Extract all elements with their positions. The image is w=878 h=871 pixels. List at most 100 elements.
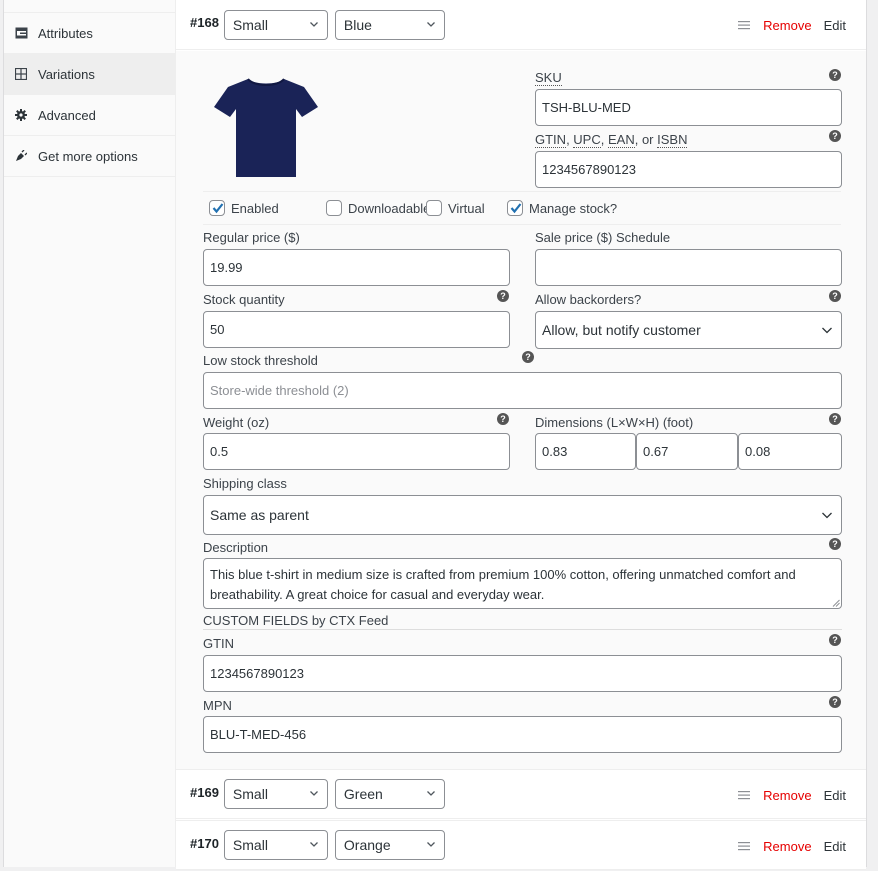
variation-header[interactable]: #168 Small Blue Remove Edit [176, 0, 866, 50]
low-stock-threshold-input[interactable]: Store-wide threshold (2) [203, 372, 842, 409]
chevron-down-icon [426, 842, 435, 847]
variation-id: #169 [190, 784, 219, 800]
length-input[interactable]: 0.83 [535, 433, 636, 470]
shipping-class-select[interactable]: Same as parent [203, 495, 842, 535]
size-select[interactable]: Small [223, 9, 328, 40]
custom-gtin-input[interactable]: 1234567890123 [203, 655, 842, 692]
sidebar-item-variations[interactable]: Variations [4, 54, 175, 95]
help-icon[interactable]: ? [497, 290, 509, 302]
color-select-value: Orange [343, 837, 391, 853]
enabled-checkbox[interactable]: Enabled [209, 200, 279, 216]
checkbox-label: Manage stock? [529, 200, 618, 216]
attributes-icon [14, 26, 28, 40]
low-stock-placeholder: Store-wide threshold (2) [210, 383, 349, 398]
custom-mpn-input[interactable]: BLU-T-MED-456 [203, 716, 842, 753]
weight-label: Weight (oz) [203, 415, 270, 430]
sidebar-item-get-more-options[interactable]: Get more options [4, 136, 175, 177]
size-select[interactable]: Small [223, 779, 328, 809]
drag-handle-icon[interactable] [738, 790, 751, 800]
variation-options-row: Enabled Downloadable Virtual Manage stoc… [203, 191, 841, 225]
edit-variation-link[interactable]: Edit [824, 18, 846, 33]
stock-quantity-input[interactable]: 50 [203, 311, 510, 348]
sku-input[interactable]: TSH-BLU-MED [535, 89, 842, 126]
size-select-value: Small [232, 837, 268, 853]
gtin-value: 1234567890123 [542, 162, 636, 177]
remove-variation-link[interactable]: Remove [763, 839, 811, 854]
edit-variation-link[interactable]: Edit [824, 788, 846, 803]
gear-icon [14, 108, 28, 122]
regular-price-input[interactable]: 19.99 [203, 249, 510, 286]
weight-input[interactable]: 0.5 [203, 433, 510, 470]
shipping-class-label: Shipping class [203, 476, 287, 491]
downloadable-checkbox[interactable]: Downloadable [326, 200, 430, 216]
product-data-tabs: Attributes Variations Advanced Get more … [4, 0, 176, 867]
help-icon[interactable]: ? [829, 130, 841, 142]
help-icon[interactable]: ? [497, 413, 509, 425]
width-value: 0.67 [643, 444, 669, 459]
help-icon[interactable]: ? [829, 290, 841, 302]
drag-handle-icon[interactable] [738, 20, 751, 30]
help-icon[interactable]: ? [829, 634, 841, 646]
variation-header[interactable]: #170 Small Orange Remove Edit [176, 820, 866, 870]
remove-variation-link[interactable]: Remove [763, 18, 811, 33]
checkbox-label: Virtual [448, 200, 485, 216]
variation-image[interactable] [214, 73, 318, 177]
color-select[interactable]: Blue [334, 9, 445, 40]
checkbox-label: Downloadable [348, 200, 431, 216]
variation-actions: Remove Edit [738, 821, 846, 871]
color-select[interactable]: Orange [334, 830, 445, 860]
help-icon[interactable]: ? [829, 538, 841, 550]
chevron-down-icon [309, 791, 318, 796]
description-textarea[interactable]: This blue t-shirt in medium size is craf… [203, 558, 842, 609]
sku-value: TSH-BLU-MED [542, 100, 631, 115]
sale-price-input[interactable] [535, 249, 842, 286]
chevron-down-icon [426, 21, 435, 27]
dimensions-label: Dimensions (L×W×H) (foot) [535, 415, 694, 430]
gtin-input[interactable]: 1234567890123 [535, 151, 842, 188]
plugin-icon [14, 149, 28, 163]
regular-price-value: 19.99 [210, 260, 243, 275]
description-label: Description [203, 540, 269, 555]
variations-panel: #168 Small Blue Remove Edit SKU ? TSH-BL… [176, 0, 866, 870]
sidebar-item-advanced[interactable]: Advanced [4, 95, 175, 136]
width-input[interactable]: 0.67 [636, 433, 738, 470]
size-select[interactable]: Small [223, 830, 328, 860]
help-icon[interactable]: ? [829, 413, 841, 425]
virtual-checkbox[interactable]: Virtual [426, 200, 485, 216]
height-input[interactable]: 0.08 [738, 433, 842, 470]
variation-header[interactable]: #169 Small Green Remove Edit [176, 769, 866, 819]
checkbox-checked-icon[interactable] [209, 200, 225, 216]
schedule-link[interactable]: Schedule [616, 230, 670, 245]
checkbox-unchecked-icon[interactable] [426, 200, 442, 216]
variation-id: #168 [190, 15, 219, 30]
drag-handle-icon[interactable] [738, 841, 751, 851]
help-icon[interactable]: ? [829, 696, 841, 708]
chevron-down-icon [822, 327, 832, 334]
divider [203, 629, 842, 630]
resize-handle-icon[interactable] [832, 599, 840, 607]
backorders-value: Allow, but notify customer [542, 322, 701, 338]
backorders-select[interactable]: Allow, but notify customer [535, 311, 842, 349]
checkbox-label: Enabled [231, 200, 279, 216]
sidebar-item-attributes[interactable]: Attributes [4, 13, 175, 54]
remove-variation-link[interactable]: Remove [763, 788, 811, 803]
weight-value: 0.5 [210, 444, 229, 459]
sale-price-label: Sale price ($) Schedule [535, 230, 671, 245]
help-icon[interactable]: ? [522, 351, 534, 363]
help-icon[interactable]: ? [829, 69, 841, 81]
color-select[interactable]: Green [334, 779, 445, 809]
height-value: 0.08 [745, 444, 771, 459]
edit-variation-link[interactable]: Edit [824, 839, 846, 854]
checkbox-checked-icon[interactable] [507, 200, 523, 216]
custom-mpn-label: MPN [203, 698, 232, 713]
manage-stock-checkbox[interactable]: Manage stock? [507, 200, 617, 216]
regular-price-label: Regular price ($) [203, 230, 300, 245]
chevron-down-icon [309, 21, 318, 27]
checkbox-unchecked-icon[interactable] [326, 200, 342, 216]
stock-quantity-label: Stock quantity [203, 292, 285, 307]
shipping-class-value: Same as parent [210, 507, 309, 523]
variation-id: #170 [190, 835, 219, 851]
length-value: 0.83 [542, 444, 568, 459]
sidebar-item-label: Attributes [38, 25, 93, 41]
variations-grid-icon [14, 67, 28, 81]
